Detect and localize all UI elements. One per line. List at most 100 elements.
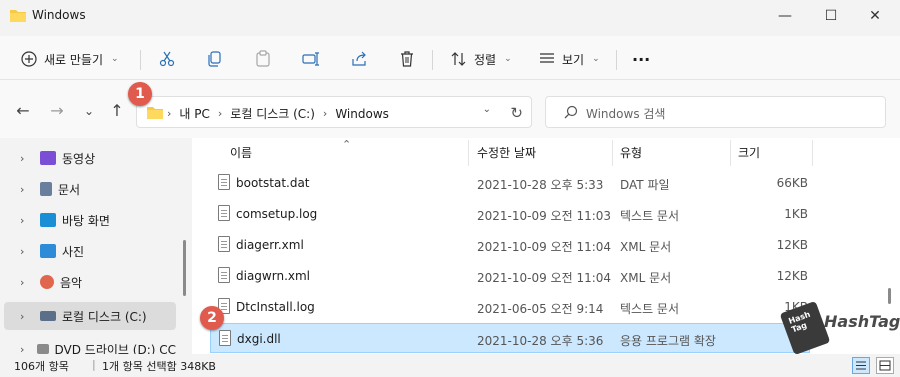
- file-type: DAT 파일: [620, 178, 670, 192]
- status-divider: |: [92, 358, 96, 371]
- details-view-icon: [856, 361, 866, 370]
- sort-button-label: 정렬: [474, 52, 497, 67]
- cut-icon: [159, 51, 175, 67]
- column-header-type[interactable]: 유형: [620, 138, 642, 168]
- file-icon: [218, 236, 230, 252]
- status-bar: 106개 항목 | 1개 항목 선택함 348KB: [0, 354, 900, 377]
- toolbar-divider: [432, 50, 433, 70]
- file-name: diagerr.xml: [236, 238, 304, 252]
- close-button[interactable]: ✕: [852, 0, 898, 32]
- refresh-icon[interactable]: ↻: [510, 104, 523, 122]
- desktop-icon: [40, 213, 56, 227]
- breadcrumb-item-windows[interactable]: Windows: [335, 107, 389, 121]
- music-icon: [40, 275, 54, 289]
- sort-button[interactable]: 정렬 ⌄: [450, 46, 512, 72]
- file-type: 텍스트 문서: [620, 209, 680, 223]
- expand-icon[interactable]: ›: [20, 343, 31, 355]
- expand-icon[interactable]: ›: [20, 310, 34, 323]
- file-date: 2021-10-09 오전 11:04: [477, 271, 612, 285]
- file-date: 2021-10-09 오전 11:04: [477, 240, 612, 254]
- expand-icon[interactable]: ›: [20, 245, 34, 258]
- breadcrumb-separator: ›: [167, 107, 172, 120]
- view-button[interactable]: 보기 ⌄: [538, 46, 600, 72]
- folder-icon: [147, 107, 163, 119]
- table-row[interactable]: diagerr.xml 2021-10-09 오전 11:04 XML 문서 1…: [210, 230, 808, 260]
- copy-button[interactable]: [206, 46, 224, 72]
- annotation-badge-2: 2: [200, 306, 224, 330]
- sidebar-item-label: DVD 드라이브 (D:) CC: [54, 342, 177, 355]
- expand-icon[interactable]: ›: [20, 183, 34, 196]
- tiles-view-button[interactable]: [876, 357, 894, 374]
- command-bar: 새로 만들기 ⌄ 정렬 ⌄ 보기 ⌄ ···: [0, 36, 900, 80]
- documents-icon: [40, 182, 52, 196]
- watermark-logo-text: Hash Tag: [787, 309, 812, 335]
- breadcrumb: › 내 PC › 로컬 디스크 (C:) › Windows: [167, 105, 389, 122]
- navigation-scrollbar[interactable]: [183, 240, 186, 296]
- table-row[interactable]: comsetup.log 2021-10-09 오전 11:03 텍스트 문서 …: [210, 199, 808, 229]
- file-icon: [218, 205, 230, 221]
- table-row[interactable]: diagwrn.xml 2021-10-09 오전 11:04 XML 문서 1…: [210, 261, 808, 291]
- sidebar-item-label: 음악: [60, 275, 83, 290]
- file-name: comsetup.log: [236, 207, 318, 221]
- sidebar-item-local-disk[interactable]: › 로컬 디스크 (C:): [4, 302, 176, 330]
- column-divider[interactable]: [468, 140, 469, 166]
- sidebar-item-videos[interactable]: › 동영상: [4, 144, 176, 172]
- breadcrumb-item-this-pc[interactable]: 내 PC: [179, 105, 209, 122]
- annotation-badge-1: 1: [128, 82, 152, 106]
- table-row[interactable]: DtcInstall.log 2021-06-05 오전 9:14 텍스트 문서…: [210, 292, 808, 322]
- sidebar-item-documents[interactable]: › 문서: [4, 175, 176, 203]
- expand-icon[interactable]: ›: [20, 214, 34, 227]
- file-icon: [218, 267, 230, 283]
- search-box[interactable]: Windows 검색: [545, 96, 886, 128]
- file-size: 1KB: [784, 207, 808, 221]
- window-title: Windows: [32, 8, 86, 22]
- file-date: 2021-10-28 오후 5:36: [477, 334, 604, 348]
- sidebar-item-label: 동영상: [62, 151, 96, 166]
- chevron-down-icon: ⌄: [592, 54, 600, 64]
- breadcrumb-item-local-disk[interactable]: 로컬 디스크 (C:): [230, 105, 315, 122]
- videos-icon: [40, 151, 56, 165]
- share-button[interactable]: [350, 46, 368, 72]
- more-options-button[interactable]: ···: [632, 46, 650, 72]
- table-row[interactable]: bootstat.dat 2021-10-28 오후 5:33 DAT 파일 6…: [210, 168, 808, 198]
- sort-icon: [451, 52, 466, 66]
- column-header-date[interactable]: 수정한 날짜: [477, 138, 536, 168]
- expand-icon[interactable]: ›: [20, 152, 34, 165]
- address-dropdown-icon[interactable]: ⌄: [483, 104, 491, 115]
- expand-icon[interactable]: ›: [20, 276, 34, 289]
- sidebar-item-dvd[interactable]: › DVD 드라이브 (D:) CC: [4, 335, 176, 354]
- up-button[interactable]: ↑: [108, 102, 126, 120]
- column-divider[interactable]: [812, 140, 813, 166]
- column-header-size[interactable]: 크기: [738, 138, 760, 168]
- selection-info: 1개 항목 선택함 348KB: [102, 360, 216, 373]
- sidebar-item-music[interactable]: › 음악: [4, 268, 176, 296]
- file-name: DtcInstall.log: [236, 300, 315, 314]
- back-button[interactable]: ←: [14, 102, 32, 120]
- view-button-label: 보기: [562, 52, 585, 67]
- paste-button[interactable]: [254, 46, 272, 72]
- sort-ascending-icon: ⌃: [342, 138, 352, 151]
- maximize-button[interactable]: ☐: [808, 0, 854, 32]
- delete-button[interactable]: [398, 46, 416, 72]
- paste-icon: [256, 50, 270, 67]
- breadcrumb-separator: ›: [217, 107, 223, 120]
- details-view-button[interactable]: [852, 357, 870, 374]
- recent-locations-button[interactable]: ⌄: [80, 102, 98, 120]
- column-header-name[interactable]: 이름: [230, 138, 252, 168]
- file-type: XML 문서: [620, 271, 672, 285]
- forward-button[interactable]: →: [48, 102, 66, 120]
- sidebar-item-pictures[interactable]: › 사진: [4, 237, 176, 265]
- folder-icon: [10, 10, 26, 22]
- search-input[interactable]: Windows 검색: [586, 105, 665, 122]
- column-divider[interactable]: [612, 140, 613, 166]
- sidebar-item-desktop[interactable]: › 바탕 화면: [4, 206, 176, 234]
- table-row-selected[interactable]: dxgi.dll 2021-10-28 오후 5:36 응용 프로그램 확장 3: [210, 323, 810, 353]
- rename-button[interactable]: [302, 46, 320, 72]
- column-divider[interactable]: [730, 140, 731, 166]
- file-size: 66KB: [776, 176, 808, 190]
- address-bar[interactable]: › 내 PC › 로컬 디스크 (C:) › Windows ⌄ ↻: [136, 96, 532, 128]
- new-button[interactable]: 새로 만들기 ⌄: [20, 46, 119, 72]
- file-name: bootstat.dat: [236, 176, 310, 190]
- cut-button[interactable]: [158, 46, 176, 72]
- minimize-button[interactable]: —: [762, 0, 808, 32]
